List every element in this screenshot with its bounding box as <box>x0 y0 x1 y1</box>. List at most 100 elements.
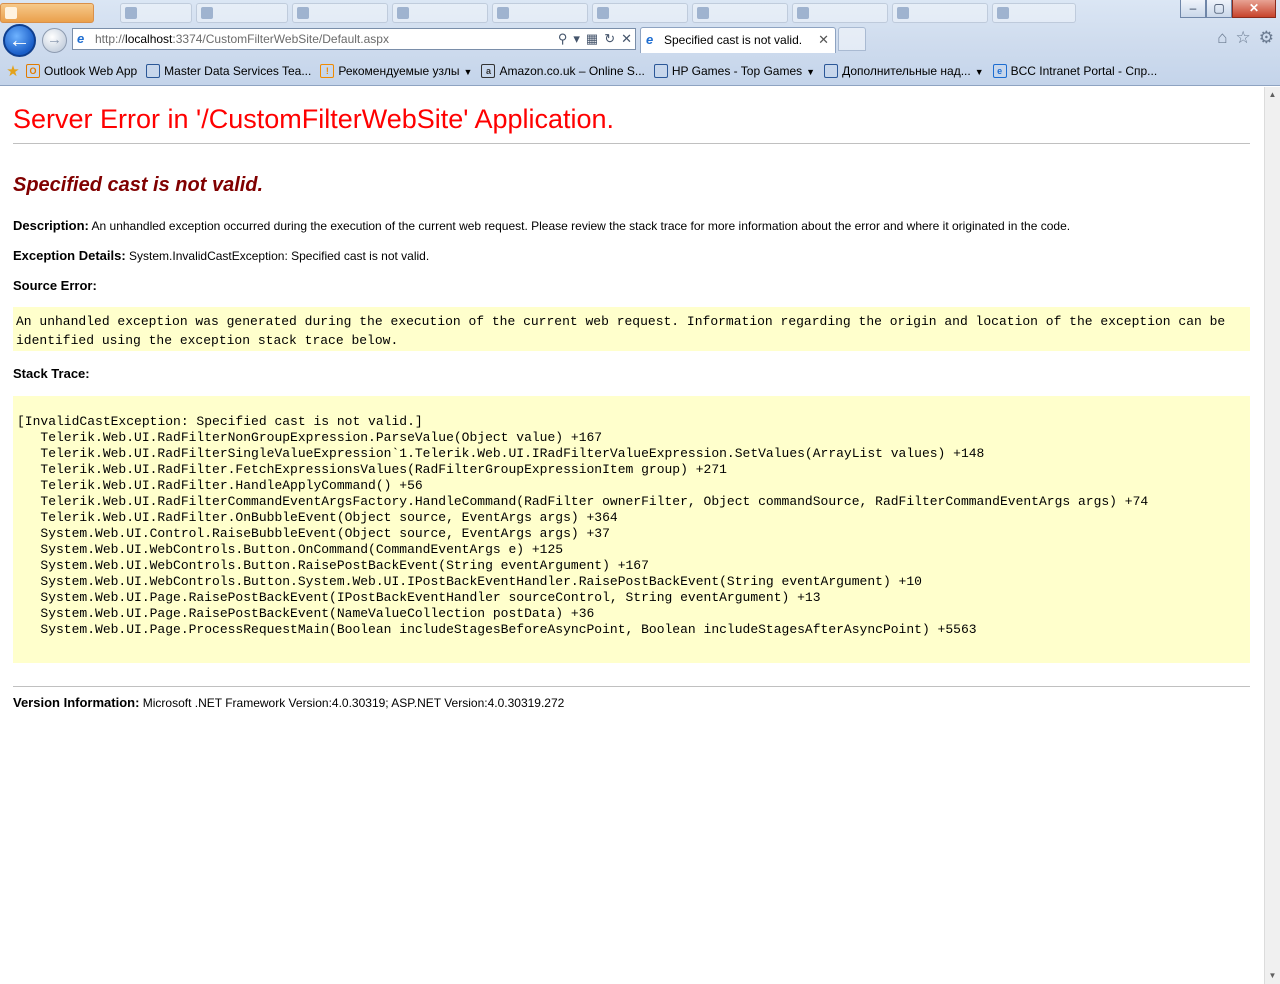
page-title: Server Error in '/CustomFilterWebSite' A… <box>13 104 615 134</box>
gear-icon[interactable]: ⚙ <box>1259 28 1274 48</box>
stack-trace-line: Telerik.Web.UI.RadFilterCommandEventArgs… <box>17 494 1149 509</box>
stack-trace-line: Telerik.Web.UI.RadFilterNonGroupExpressi… <box>17 430 603 445</box>
ie-icon: e <box>992 64 1007 78</box>
url-path: :3374/CustomFilterWebSite/Default.aspx <box>172 32 389 46</box>
background-tab[interactable] <box>120 3 192 23</box>
address-bar-tools: ⚲ ▾ ▦ ↻ ✕ <box>558 29 632 49</box>
stop-icon[interactable]: ✕ <box>621 29 632 49</box>
active-tab[interactable]: e Specified cast is not valid. ✕ <box>640 27 836 53</box>
favorite-label: Рекомендуемые узлы <box>338 64 460 78</box>
suggested-sites-icon: ! <box>320 64 335 78</box>
stack-trace-line: Telerik.Web.UI.RadFilter.HandleApplyComm… <box>17 478 423 493</box>
stack-trace-line: System.Web.UI.Page.RaisePostBackEvent(IP… <box>17 590 821 605</box>
forward-arrow-icon: → <box>47 31 62 48</box>
stack-trace-line: Telerik.Web.UI.RadFilter.FetchExpression… <box>17 462 727 477</box>
compatibility-view-icon[interactable]: ▦ <box>586 29 598 49</box>
version-label: Version Information: <box>13 695 140 710</box>
favorite-label: HP Games - Top Games <box>671 64 803 78</box>
background-tab[interactable] <box>292 3 388 23</box>
ie-tab-icon: e <box>646 32 654 47</box>
favorite-link[interactable]: Master Data Services Tea... <box>146 61 311 81</box>
description-label: Description: <box>13 218 89 233</box>
favorites-star-icon[interactable]: ☆ <box>1236 28 1251 48</box>
description-row: Description: An unhandled exception occu… <box>13 218 1070 233</box>
stack-trace-line: [InvalidCastException: Specified cast is… <box>17 414 423 429</box>
version-information-row: Version Information: Microsoft .NET Fram… <box>13 695 564 710</box>
chevron-down-icon[interactable]: ▼ <box>464 67 473 77</box>
stack-trace-line: System.Web.UI.WebControls.Button.RaisePo… <box>17 558 649 573</box>
back-button[interactable]: ← <box>3 24 36 57</box>
outlook-icon: O <box>26 64 40 78</box>
dropdown-icon[interactable]: ▾ <box>573 29 580 49</box>
favorite-label: Amazon.co.uk – Online S... <box>499 64 645 78</box>
favorite-link[interactable]: ! Рекомендуемые узлы ▼ <box>320 61 472 81</box>
background-tab-strip <box>0 0 1168 24</box>
description-text: An unhandled exception occurred during t… <box>91 219 1071 233</box>
ie-page-icon: e <box>77 31 85 46</box>
address-bar[interactable]: e http://localhost:3374/CustomFilterWebS… <box>72 28 636 50</box>
favorite-label: Дополнительные над... <box>842 64 971 78</box>
minimize-button[interactable]: – <box>1180 0 1206 18</box>
background-tab[interactable] <box>692 3 788 23</box>
exception-details-label: Exception Details: <box>13 248 126 263</box>
scroll-up-arrow-icon[interactable]: ▲ <box>1265 87 1280 103</box>
stack-trace-lines: [InvalidCastException: Specified cast is… <box>17 414 1148 638</box>
exception-details-row: Exception Details: System.InvalidCastExc… <box>13 248 429 263</box>
maximize-button[interactable]: ▢ <box>1206 0 1232 18</box>
background-tab[interactable] <box>392 3 488 23</box>
scroll-down-arrow-icon[interactable]: ▼ <box>1265 968 1280 984</box>
favorite-link[interactable]: Дополнительные над... ▼ <box>824 61 984 81</box>
page-icon <box>146 64 161 78</box>
background-tab[interactable] <box>196 3 288 23</box>
background-tab[interactable] <box>492 3 588 23</box>
url-prefix: http:// <box>95 32 126 46</box>
add-favorite-icon[interactable]: ★ <box>0 62 26 80</box>
page-viewport: Server Error in '/CustomFilterWebSite' A… <box>0 87 1264 984</box>
divider <box>13 143 1250 144</box>
source-error-box: An unhandled exception was generated dur… <box>13 307 1250 351</box>
search-icon[interactable]: ⚲ <box>558 29 568 49</box>
refresh-icon[interactable]: ↻ <box>604 29 615 49</box>
stack-trace-line: Telerik.Web.UI.RadFilterSingleValueExpre… <box>17 446 985 461</box>
favorite-link[interactable]: a Amazon.co.uk – Online S... <box>481 61 645 81</box>
error-subtitle: Specified cast is not valid. <box>13 174 264 196</box>
favorite-label: Outlook Web App <box>44 64 138 78</box>
background-tab[interactable] <box>592 3 688 23</box>
back-arrow-icon: ← <box>8 27 31 52</box>
background-tab[interactable] <box>0 3 94 23</box>
favorite-link[interactable]: O Outlook Web App <box>26 61 137 81</box>
background-tab[interactable] <box>992 3 1076 23</box>
favorite-link[interactable]: e BCC Intranet Portal - Спр... <box>992 61 1157 81</box>
exception-details-text: System.InvalidCastException: Specified c… <box>129 249 430 263</box>
vertical-scrollbar[interactable]: ▲ ▼ <box>1264 87 1280 984</box>
chevron-down-icon[interactable]: ▼ <box>806 67 815 77</box>
navigation-row: ← → e http://localhost:3374/CustomFilter… <box>0 24 1280 57</box>
window-controls: – ▢ ✕ <box>1180 0 1276 20</box>
stack-trace-line: System.Web.UI.Page.RaisePostBackEvent(Na… <box>17 606 595 621</box>
source-error-text: An unhandled exception was generated dur… <box>16 314 1226 348</box>
amazon-icon: a <box>481 64 496 78</box>
source-error-label: Source Error: <box>13 278 97 293</box>
chevron-down-icon[interactable]: ▼ <box>975 67 984 77</box>
home-icon[interactable]: ⌂ <box>1217 28 1227 48</box>
page-icon <box>653 64 668 78</box>
stack-trace-line: System.Web.UI.WebControls.Button.System.… <box>17 574 922 589</box>
version-text: Microsoft .NET Framework Version:4.0.303… <box>142 696 565 710</box>
stack-trace-line: System.Web.UI.WebControls.Button.OnComma… <box>17 542 564 557</box>
new-tab-button[interactable] <box>838 27 866 51</box>
stack-trace-line: Telerik.Web.UI.RadFilter.OnBubbleEvent(O… <box>17 510 618 525</box>
stack-trace-line: System.Web.UI.Page.ProcessRequestMain(Bo… <box>17 622 977 637</box>
divider <box>13 686 1250 687</box>
close-tab-icon[interactable]: ✕ <box>818 28 829 52</box>
background-tab[interactable] <box>792 3 888 23</box>
page-icon <box>824 64 839 78</box>
forward-button[interactable]: → <box>42 28 67 53</box>
close-window-button[interactable]: ✕ <box>1232 0 1276 18</box>
favorite-link[interactable]: HP Games - Top Games ▼ <box>653 61 815 81</box>
active-tab-title: Specified cast is not valid. <box>664 33 803 47</box>
stack-trace-box: [InvalidCastException: Specified cast is… <box>13 396 1250 663</box>
background-tab[interactable] <box>892 3 988 23</box>
command-tools: ⌂ ☆ ⚙ <box>1217 28 1274 48</box>
stack-trace-line: System.Web.UI.Control.RaiseBubbleEvent(O… <box>17 526 610 541</box>
url-host: localhost <box>125 32 173 46</box>
